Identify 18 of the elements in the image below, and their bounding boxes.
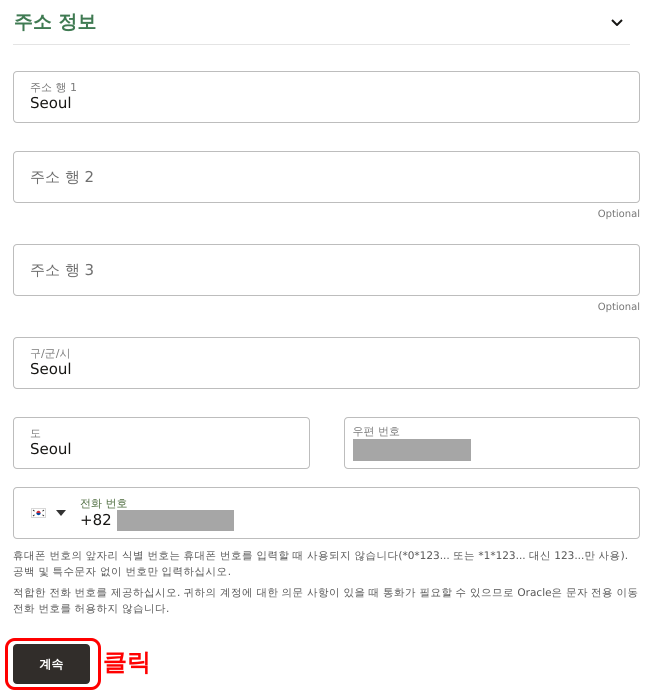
help-text: 휴대폰 번호의 앞자리 식별 번호는 휴대폰 번호를 입력할 때 사용되지 않습니다(*0*123... 또는 *1*123... 대신 123...만 사용). 공백 및 특수문자 없이 번호만 입력하십시오. — [13, 549, 630, 580]
flag-icon — [31, 508, 46, 518]
text-field[interactable]: 우편 번호 — [344, 417, 640, 469]
optional-note: Optional — [596, 301, 640, 315]
section-title: 주소 정보 — [14, 10, 97, 35]
chevron-down-icon[interactable] — [611, 18, 623, 26]
text-field[interactable]: 주소 행 1 Seoul — [13, 71, 640, 123]
country-select[interactable] — [31, 508, 66, 518]
optional-note: Optional — [596, 208, 640, 222]
caret-icon — [56, 510, 66, 516]
text-field[interactable]: 구/군/시 Seoul — [13, 337, 640, 389]
annotation-label: 클릭 — [103, 646, 151, 678]
text-field[interactable]: 주소 행 2 — [13, 151, 640, 203]
help-text: 적합한 전화 번호를 제공하십시오. 귀하의 계정에 대한 의문 사항이 있을 때 통화가 필요할 수 있으므로 Oracle은 문자 전용 이동 전화 번호를 허용하지 않습니다. — [13, 586, 640, 617]
text-field[interactable]: 주소 행 3 — [13, 244, 640, 296]
continue-button[interactable]: 계속 — [13, 644, 90, 684]
text-field[interactable]: 도 Seoul — [13, 417, 310, 469]
phone-field[interactable]: 전화 번호 +82 — [13, 487, 640, 539]
